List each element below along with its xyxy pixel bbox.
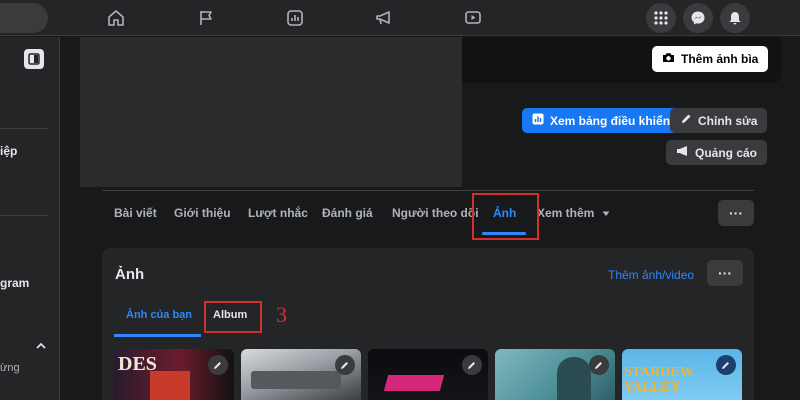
active-subtab-indicator	[114, 334, 201, 337]
more-options-button[interactable]: ···	[718, 200, 754, 226]
toggle-panel-icon[interactable]	[24, 49, 44, 69]
annotation-box-album	[204, 301, 262, 333]
camera-icon	[662, 52, 675, 66]
thumbnail-graphic	[557, 357, 591, 400]
tab-mentions[interactable]: Lượt nhắc	[248, 206, 308, 220]
tabs-divider	[102, 190, 754, 191]
ads-button[interactable]: Quảng cáo	[666, 140, 768, 165]
view-dashboard-button[interactable]: Xem bảng điều khiển	[522, 108, 681, 133]
profile-area	[80, 37, 462, 187]
edit-label: Chỉnh sửa	[698, 113, 758, 128]
grid-menu-icon[interactable]	[646, 3, 676, 33]
pencil-icon[interactable]	[462, 355, 482, 375]
megaphone-icon	[676, 145, 689, 160]
sidebar-item-label[interactable]: gram	[0, 276, 29, 290]
annotation-number: 3	[276, 302, 287, 327]
pencil-icon[interactable]	[208, 355, 228, 375]
add-cover-button[interactable]: Thêm ảnh bìa	[652, 46, 769, 72]
thumbnail-caption: STARDEW VALLEY	[624, 365, 694, 395]
thumbnail-graphic	[383, 375, 445, 391]
annotation-box-photos-tab	[472, 193, 539, 240]
search-input[interactable]	[0, 3, 48, 33]
pencil-icon	[680, 113, 692, 128]
tab-see-more[interactable]: Xem thêm	[537, 206, 610, 220]
pencil-icon[interactable]	[335, 355, 355, 375]
sidebar-divider	[0, 215, 48, 216]
sidebar-item-label[interactable]: iệp	[0, 144, 17, 158]
sidebar-divider	[0, 128, 48, 129]
megaphone-icon[interactable]	[372, 6, 396, 30]
view-dashboard-label: Xem bảng điều khiển	[550, 113, 671, 128]
left-sidebar: iệp gram ừng	[0, 37, 60, 400]
insights-icon	[532, 113, 544, 128]
flag-icon[interactable]	[194, 6, 218, 30]
photo-thumbnail[interactable]: DES	[114, 349, 234, 400]
subtab-your-photos[interactable]: Ảnh của bạn	[126, 309, 192, 321]
ellipsis-icon: ···	[718, 265, 732, 281]
video-icon[interactable]	[461, 6, 485, 30]
thumbnail-graphic	[251, 371, 341, 389]
tab-about[interactable]: Giới thiệu	[174, 206, 231, 220]
ads-label: Quảng cáo	[695, 145, 758, 160]
photo-thumbnail[interactable]	[241, 349, 361, 400]
pencil-icon[interactable]	[589, 355, 609, 375]
photo-thumbnail[interactable]	[495, 349, 615, 400]
home-icon[interactable]	[104, 6, 128, 30]
thumbnail-graphic	[150, 371, 190, 400]
photo-thumbnail[interactable]	[368, 349, 488, 400]
top-navigation-bar	[0, 0, 800, 36]
insights-icon[interactable]	[283, 6, 307, 30]
tab-see-more-label: Xem thêm	[537, 206, 595, 220]
bell-icon[interactable]	[720, 3, 750, 33]
tab-reviews[interactable]: Đánh giá	[322, 206, 373, 220]
chevron-up-icon[interactable]	[36, 342, 46, 353]
tab-posts[interactable]: Bài viết	[114, 206, 157, 220]
tab-followers[interactable]: Người theo dõi	[392, 206, 479, 220]
photos-more-button[interactable]: ···	[707, 260, 743, 286]
caret-down-icon	[602, 206, 610, 220]
photo-thumbnail[interactable]: STARDEW VALLEY	[622, 349, 742, 400]
add-photo-video-link[interactable]: Thêm ảnh/video	[608, 268, 694, 282]
sidebar-item-label[interactable]: ừng	[0, 362, 20, 374]
messenger-icon[interactable]	[683, 3, 713, 33]
add-cover-label: Thêm ảnh bìa	[681, 52, 759, 66]
ellipsis-icon: ···	[729, 205, 743, 221]
pencil-icon[interactable]	[716, 355, 736, 375]
photos-title: Ảnh	[115, 266, 145, 283]
edit-button[interactable]: Chỉnh sửa	[670, 108, 768, 133]
